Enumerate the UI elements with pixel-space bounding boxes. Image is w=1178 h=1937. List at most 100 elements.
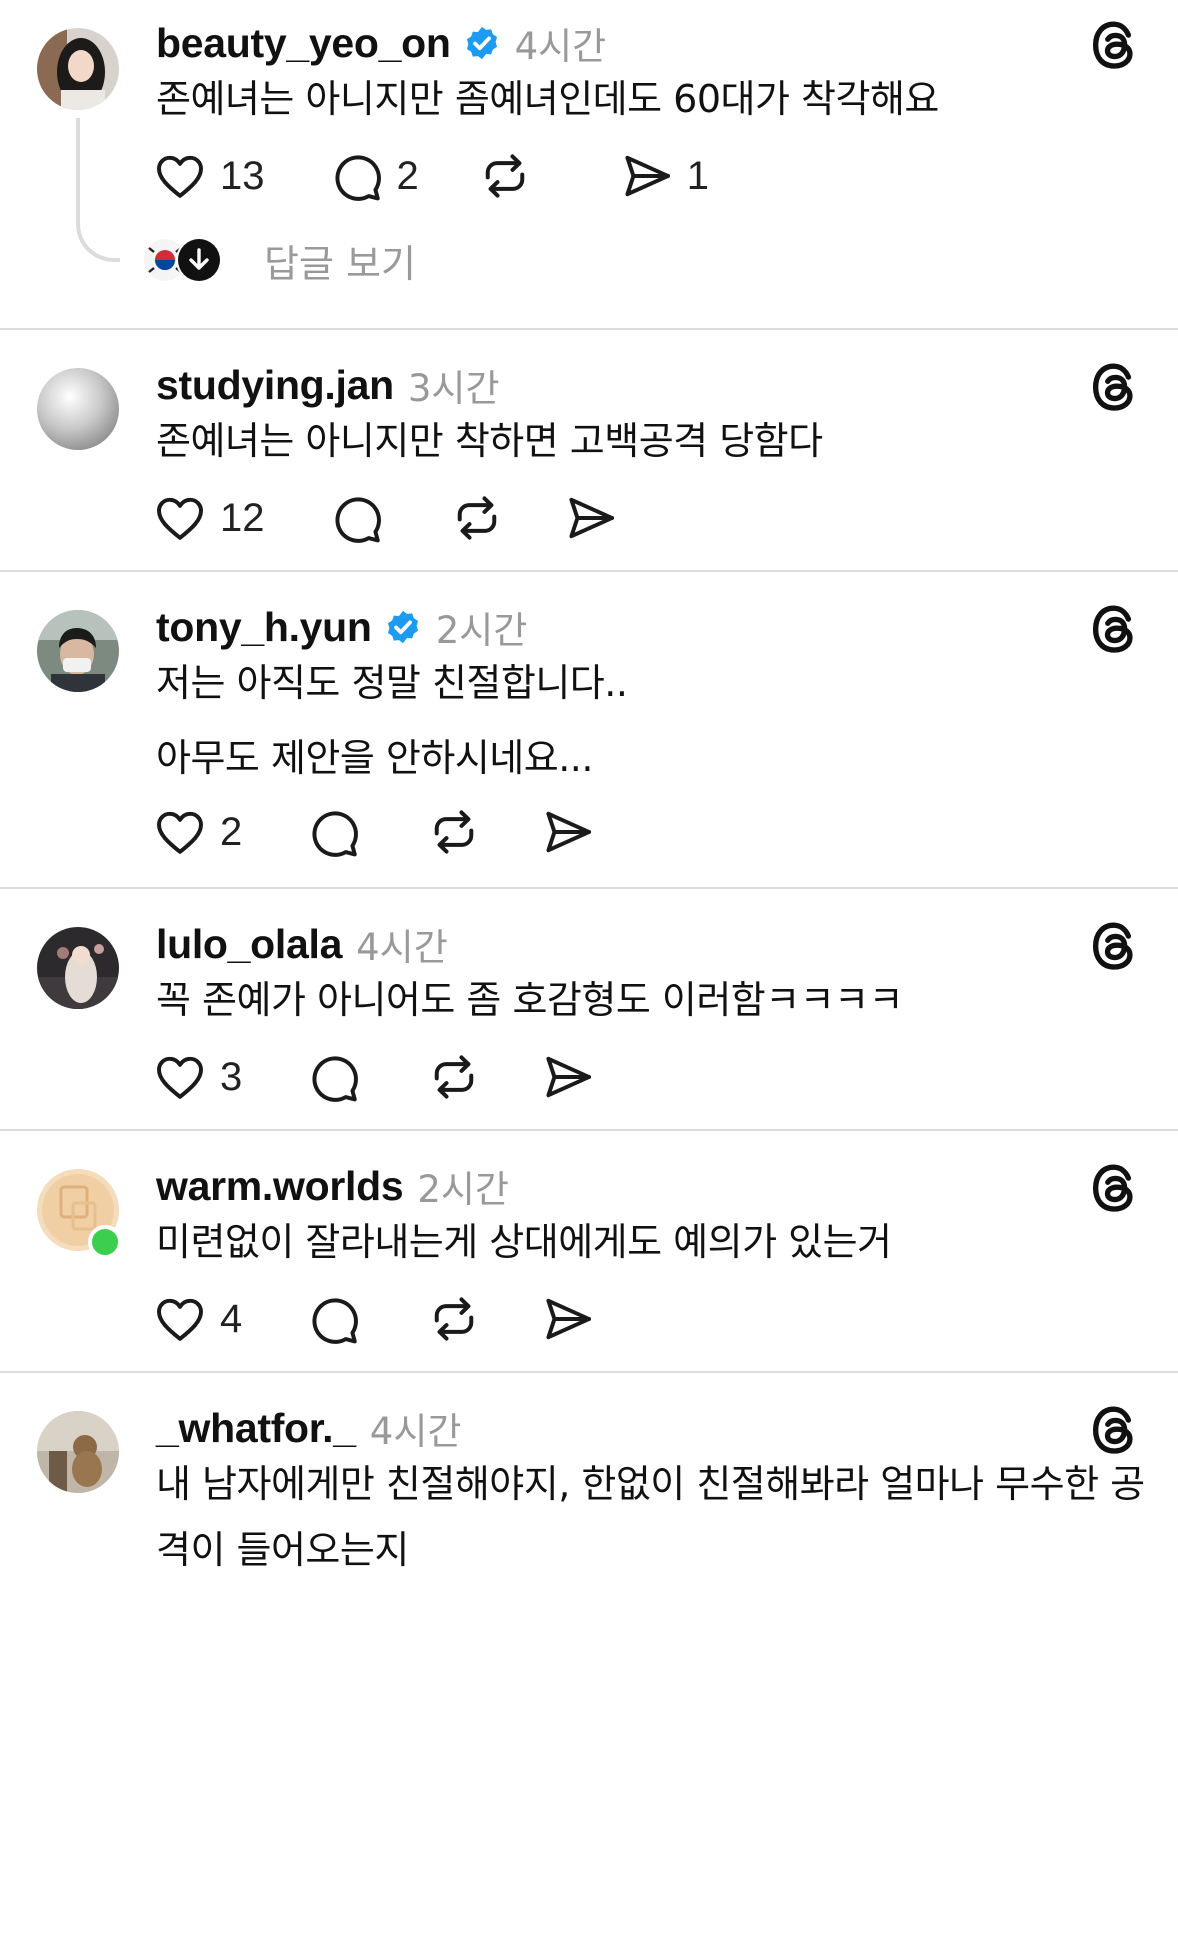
- post-time: 4시간: [514, 25, 607, 68]
- share-button[interactable]: [563, 490, 619, 546]
- speech-bubble-icon: [306, 804, 362, 860]
- like-button[interactable]: 12: [152, 490, 265, 546]
- reply-button[interactable]: [306, 804, 362, 860]
- heart-icon: [152, 804, 208, 860]
- threads-logo-icon[interactable]: [1087, 17, 1143, 73]
- thread-post[interactable]: tony_h.yun 2시간저는 아직도 정말 친절합니다.. 아무도 제안을 안하…: [0, 572, 1178, 889]
- post-text-line: 저는 아직도 정말 친절합니다..: [156, 661, 628, 705]
- paper-plane-icon: [540, 1049, 596, 1105]
- reply-button[interactable]: 2: [329, 148, 419, 204]
- post-text: 저는 아직도 정말 친절합니다.. 아무도 제안을 안하시네요...: [156, 650, 1146, 791]
- post-text: 꼭 존예가 아니어도 좀 호감형도 이러함ㅋㅋㅋㅋ: [156, 967, 1146, 1033]
- reply-button[interactable]: [329, 490, 385, 546]
- repost-button[interactable]: [426, 804, 482, 860]
- reply-button[interactable]: [306, 1291, 362, 1347]
- share-button[interactable]: [540, 804, 596, 860]
- share-button[interactable]: 1: [619, 148, 709, 204]
- verified-badge-icon: [463, 24, 501, 62]
- post-time: 2시간: [417, 1168, 509, 1211]
- online-status-dot: [88, 1225, 122, 1259]
- post-actions: 4: [152, 1289, 596, 1349]
- post-actions: 3: [152, 1047, 596, 1107]
- repost-button[interactable]: [449, 490, 505, 546]
- post-actions: 2: [152, 802, 596, 862]
- likes-count: 2: [220, 809, 243, 854]
- reply-avatars: [142, 237, 232, 283]
- threads-logo-icon[interactable]: [1087, 918, 1143, 974]
- like-button[interactable]: 13: [152, 148, 265, 204]
- post-header: tony_h.yun 2시간: [156, 599, 527, 655]
- likes-count: 12: [220, 495, 265, 540]
- avatar[interactable]: [37, 927, 119, 1009]
- view-replies-row[interactable]: 답글 보기: [142, 230, 416, 290]
- username[interactable]: warm.worlds: [156, 1163, 404, 1210]
- like-button[interactable]: 4: [152, 1291, 242, 1347]
- repost-button[interactable]: [426, 1291, 482, 1347]
- threads-logo-icon[interactable]: [1087, 1402, 1143, 1458]
- avatar[interactable]: [37, 28, 119, 110]
- likes-count: 3: [220, 1054, 243, 1099]
- post-text-line: 존예녀는 아니지만 착하면 고백공격 당함다: [156, 419, 823, 463]
- post-text-line: 아무도 제안을 안하시네요...: [156, 736, 593, 780]
- repost-arrows-icon: [426, 1291, 482, 1347]
- repost-button[interactable]: [426, 1049, 482, 1105]
- share-button[interactable]: [540, 1291, 596, 1347]
- threads-logo-icon[interactable]: [1087, 601, 1143, 657]
- post-time: 2시간: [435, 609, 528, 652]
- threads-feed: beauty_yeo_on 4시간 존예녀는 아니지만 좀예녀인데도 60대가 착각…: [0, 0, 1178, 1937]
- paper-plane-icon: [540, 1291, 596, 1347]
- avatar[interactable]: [37, 368, 119, 450]
- repost-arrows-icon: [449, 490, 505, 546]
- thread-post[interactable]: beauty_yeo_on 4시간존예녀는 아니지만 좀예녀인데도 60대가 착각…: [0, 0, 1178, 330]
- username[interactable]: tony_h.yun: [156, 604, 372, 651]
- post-actions: 12: [152, 488, 619, 548]
- speech-bubble-icon: [306, 1291, 362, 1347]
- post-text-line: 꼭 존예가 아니어도 좀 호감형도 이러함ㅋㅋㅋㅋ: [156, 978, 904, 1022]
- username[interactable]: studying.jan: [156, 362, 394, 409]
- post-text: 내 남자에게만 친절해야지, 한없이 친절해봐라 얼마나 무수한 공격이 들어오…: [156, 1451, 1146, 1583]
- replies-count: 2: [396, 153, 419, 198]
- paper-plane-icon: [563, 490, 619, 546]
- thread-post[interactable]: warm.worlds 2시간미련없이 잘라내는게 상대에게도 예의가 있는거 4: [0, 1131, 1178, 1373]
- post-time: 3시간: [407, 367, 500, 410]
- avatar[interactable]: [37, 1411, 119, 1493]
- view-replies-link[interactable]: 답글 보기: [264, 233, 416, 288]
- post-text: 존예녀는 아니지만 착하면 고백공격 당함다: [156, 408, 1146, 474]
- reply-avatar: [176, 237, 222, 283]
- username[interactable]: lulo_olala: [156, 921, 342, 968]
- likes-count: 13: [220, 153, 265, 198]
- share-button[interactable]: [540, 1049, 596, 1105]
- repost-arrows-icon: [426, 1049, 482, 1105]
- thread-post[interactable]: _whatfor._ 4시간 내 남자에게만 친절해야지, 한없이 친절해봐라 얼마…: [0, 1373, 1178, 1573]
- heart-icon: [152, 148, 208, 204]
- thread-post[interactable]: lulo_olala 4시간꼭 존예가 아니어도 좀 호감형도 이러함ㅋㅋㅋㅋ 3: [0, 889, 1178, 1131]
- repost-button[interactable]: [477, 148, 533, 204]
- verified-badge-icon: [384, 608, 422, 646]
- threads-logo-icon[interactable]: [1087, 1160, 1143, 1216]
- username[interactable]: _whatfor._: [156, 1405, 356, 1452]
- speech-bubble-icon: [306, 1049, 362, 1105]
- post-time: 4시간: [369, 1410, 462, 1453]
- post-header: warm.worlds 2시간: [156, 1158, 509, 1214]
- post-text-line: 미련없이 잘라내는게 상대에게도 예의가 있는거: [156, 1220, 892, 1264]
- shares-count: 1: [686, 153, 709, 198]
- thread-connector-line: [76, 118, 120, 262]
- paper-plane-icon: [540, 804, 596, 860]
- post-text: 존예녀는 아니지만 좀예녀인데도 60대가 착각해요: [156, 66, 1146, 132]
- like-button[interactable]: 2: [152, 804, 242, 860]
- repost-arrows-icon: [477, 148, 533, 204]
- threads-logo-icon[interactable]: [1087, 359, 1143, 415]
- post-header: _whatfor._ 4시간: [156, 1400, 461, 1456]
- post-text-line: 존예녀는 아니지만 좀예녀인데도 60대가 착각해요: [156, 77, 939, 121]
- heart-icon: [152, 1291, 208, 1347]
- heart-icon: [152, 490, 208, 546]
- post-header: studying.jan 3시간: [156, 357, 499, 413]
- post-header: beauty_yeo_on 4시간: [156, 15, 606, 71]
- repost-arrows-icon: [426, 804, 482, 860]
- like-button[interactable]: 3: [152, 1049, 242, 1105]
- username[interactable]: beauty_yeo_on: [156, 20, 451, 67]
- thread-post[interactable]: studying.jan 3시간존예녀는 아니지만 착하면 고백공격 당함다 12: [0, 330, 1178, 572]
- reply-button[interactable]: [306, 1049, 362, 1105]
- post-time: 4시간: [356, 926, 448, 969]
- avatar[interactable]: [37, 610, 119, 692]
